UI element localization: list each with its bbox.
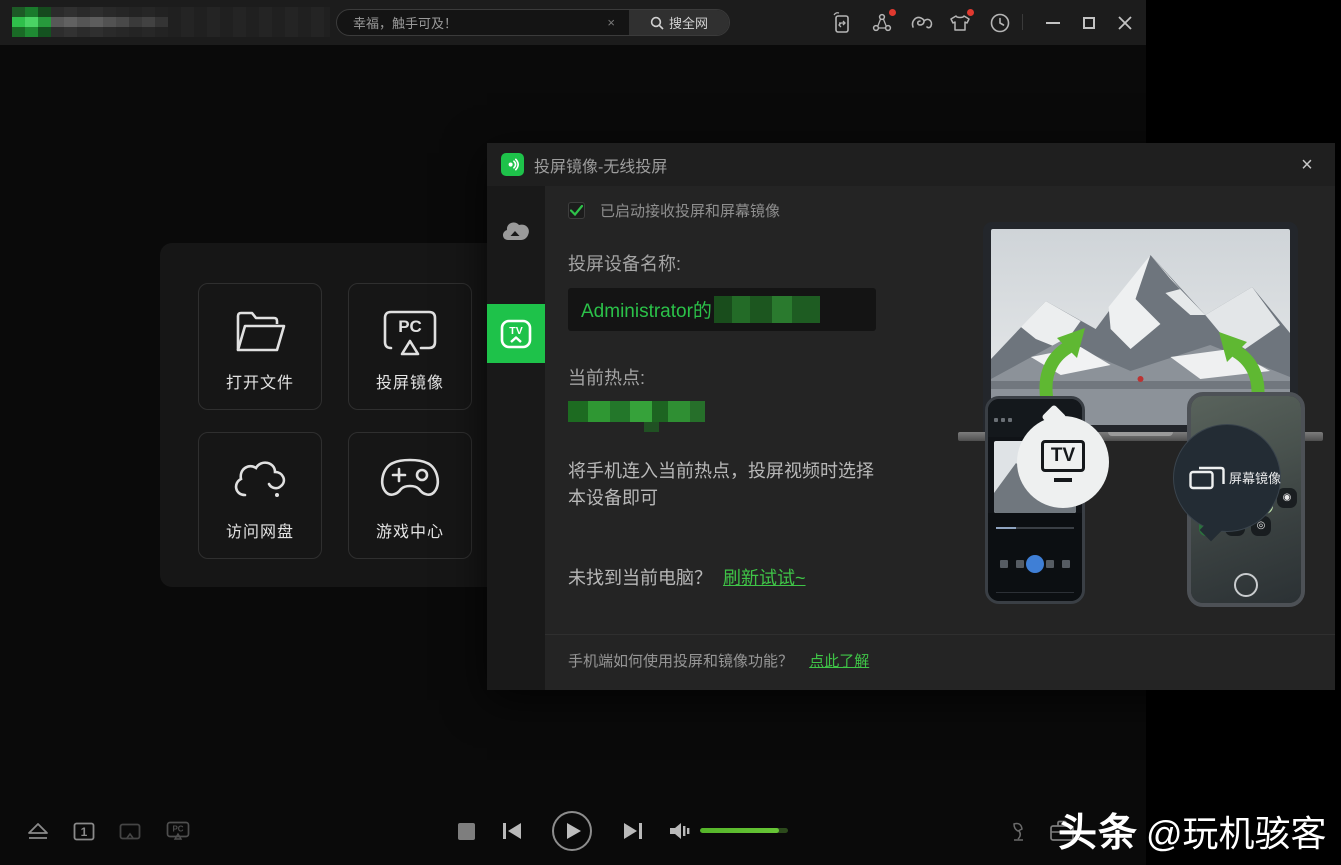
shortcut-label: 投屏镜像 <box>376 369 444 393</box>
svg-text:TV: TV <box>509 325 522 337</box>
hotspot-name-censored <box>568 401 705 432</box>
watermark-brand: 头条 <box>1058 812 1138 855</box>
stop-button[interactable] <box>457 822 475 840</box>
cast-mirror-button[interactable]: PC 投屏镜像 <box>348 283 472 410</box>
refresh-link[interactable]: 刷新试试~ <box>723 568 806 588</box>
footer-question: 手机端如何使用投屏和镜像功能？ <box>568 653 793 670</box>
notification-dot <box>889 9 896 16</box>
watermark-handle: @玩机骇客 <box>1146 813 1327 854</box>
search-input[interactable]: 幸福，触手可及！ × <box>337 10 629 35</box>
dialog-sidebar: TV <box>487 186 545 690</box>
previous-button[interactable] <box>499 820 525 842</box>
device-name-label: 投屏设备名称: <box>568 250 681 276</box>
device-name-value: Administrator的 <box>581 296 712 323</box>
cast-illustration: TV ▭▭ | ◷ ▤ ◉ ✆ ✕ ◎ <box>955 196 1335 636</box>
tv-callout-bubble: TV <box>1017 416 1109 508</box>
next-button[interactable] <box>620 820 646 842</box>
phone-cast-icon[interactable] <box>830 11 854 35</box>
history-icon[interactable] <box>988 11 1012 35</box>
lamp-icon[interactable] <box>1006 820 1030 844</box>
search-button[interactable]: 搜全网 <box>629 10 729 35</box>
receive-cast-checkbox[interactable] <box>568 202 585 219</box>
sidebar-tab-tv-cast[interactable]: TV <box>487 304 545 363</box>
service-icon[interactable] <box>910 11 934 35</box>
playlist-single-icon[interactable]: 1 <box>71 819 97 843</box>
footer-help-row: 手机端如何使用投屏和镜像功能？ 点此了解 <box>568 650 869 671</box>
shortcut-label: 访问网盘 <box>226 518 294 542</box>
volume-fill <box>700 828 779 833</box>
cloud-disk-button[interactable]: 访问网盘 <box>198 432 322 559</box>
receive-cast-row: 已启动接收投屏和屏幕镜像 <box>568 200 780 221</box>
cast-arrow-left <box>1033 324 1087 400</box>
device-name-input[interactable]: Administrator的 <box>568 288 876 331</box>
pc-cast-small-icon[interactable]: PC <box>164 819 192 843</box>
instruction-text: 将手机连入当前热点，投屏视频时选择本设备即可 <box>568 458 878 512</box>
pc-cast-icon: PC <box>349 308 471 358</box>
svg-text:PC: PC <box>398 317 422 336</box>
open-file-button[interactable]: 打开文件 <box>198 283 322 410</box>
search-placeholder-text: 幸福，触手可及！ <box>353 13 603 32</box>
hotspot-label: 当前热点: <box>568 364 645 390</box>
play-button[interactable] <box>552 811 592 851</box>
dialog-body: 已启动接收投屏和屏幕镜像 投屏设备名称: Administrator的 当前热点… <box>545 186 1335 690</box>
volume-icon[interactable] <box>666 819 692 843</box>
tv-badge: TV <box>1041 440 1085 472</box>
device-name-censored <box>714 296 820 323</box>
tv-cast-icon: TV <box>500 319 532 349</box>
notification-dot <box>967 9 974 16</box>
not-found-row: 未找到当前电脑？ 刷新试试~ <box>568 564 806 590</box>
screen-mirror-icon <box>1189 464 1225 492</box>
share-icon[interactable] <box>870 11 894 35</box>
gamepad-icon <box>349 457 471 503</box>
titlebar: 幸福，触手可及！ × 搜全网 <box>0 0 1146 45</box>
mirror-callout-bubble: 屏幕镜像 <box>1173 424 1281 532</box>
search-button-label: 搜全网 <box>669 13 708 32</box>
folder-icon <box>199 308 321 354</box>
home-button <box>1234 573 1258 597</box>
skin-icon[interactable] <box>948 11 972 35</box>
game-center-button[interactable]: 游戏中心 <box>348 432 472 559</box>
receive-cast-label: 已启动接收投屏和屏幕镜像 <box>600 200 780 221</box>
cast-app-icon <box>501 153 524 176</box>
cloud-upload-icon <box>500 219 532 243</box>
phone-player-controls <box>988 513 1082 601</box>
check-icon <box>570 205 583 216</box>
close-button[interactable] <box>1112 11 1138 35</box>
not-found-text: 未找到当前电脑？ <box>568 568 712 588</box>
dialog-titlebar: 投屏镜像-无线投屏 × <box>487 143 1335 186</box>
home-shortcut-card: 打开文件 PC 投屏镜像 访问网盘 <box>160 243 500 587</box>
learn-more-link[interactable]: 点此了解 <box>809 653 869 670</box>
dialog-title: 投屏镜像-无线投屏 <box>534 153 667 177</box>
titlebar-separator <box>1022 14 1023 30</box>
svg-text:1: 1 <box>81 825 88 839</box>
dialog-close-button[interactable]: × <box>1295 153 1319 177</box>
maximize-button[interactable] <box>1076 11 1102 35</box>
minimize-button[interactable] <box>1040 11 1066 35</box>
svg-text:PC: PC <box>172 825 183 834</box>
cast-mirror-dialog: 投屏镜像-无线投屏 × TV 已启动接收投屏和屏幕镜像 <box>487 143 1335 690</box>
watermark: 头条@玩机骇客 <box>1058 802 1327 858</box>
search-clear-icon[interactable]: × <box>603 15 619 30</box>
shortcut-label: 游戏中心 <box>376 518 444 542</box>
shortcut-label: 打开文件 <box>226 369 294 393</box>
mirror-badge-label: 屏幕镜像 <box>1229 468 1281 487</box>
search-icon <box>650 16 664 30</box>
sidebar-tab-cloud[interactable] <box>487 206 545 256</box>
search-box: 幸福，触手可及！ × 搜全网 <box>336 9 730 36</box>
volume-slider[interactable] <box>700 828 788 833</box>
tv-mode-icon[interactable] <box>117 820 143 844</box>
cloud-disk-icon <box>199 457 321 503</box>
eject-icon[interactable] <box>24 818 52 844</box>
